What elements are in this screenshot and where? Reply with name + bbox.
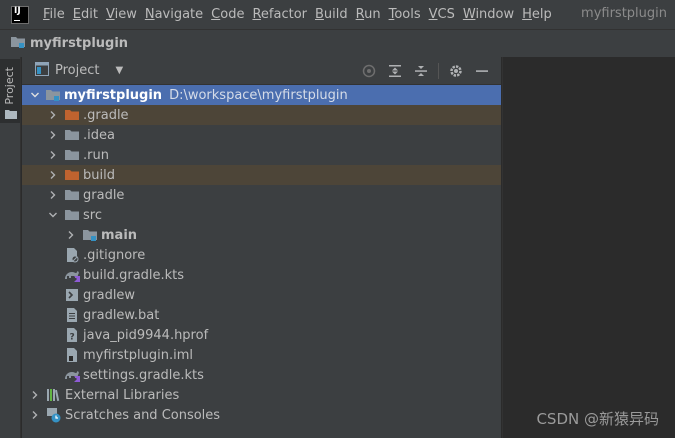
- chevron-right-icon[interactable]: [29, 389, 41, 401]
- ignore-file-icon: [64, 247, 80, 263]
- chevron-right-icon[interactable]: [47, 149, 59, 161]
- tree-item-label: gradlew.bat: [83, 307, 160, 323]
- chevron-right-icon[interactable]: [47, 109, 59, 121]
- tree-item-label: java_pid9944.hprof: [83, 327, 209, 343]
- gear-icon[interactable]: [448, 63, 464, 79]
- gradle-kotlin-icon: [64, 267, 80, 283]
- chevron-right-icon[interactable]: [65, 229, 77, 241]
- tree-item-label: gradlew: [83, 287, 136, 303]
- svg-text:?: ?: [70, 333, 75, 343]
- tree-item-src[interactable]: src: [22, 205, 501, 225]
- tree-item-build[interactable]: build: [22, 165, 501, 185]
- menu-file[interactable]: File: [39, 7, 69, 22]
- menu-tools[interactable]: Tools: [385, 7, 425, 22]
- tree-item-label: External Libraries: [65, 387, 180, 403]
- project-tool-tab-label: Project: [3, 67, 16, 105]
- tree-item-label: .idea: [83, 127, 115, 143]
- watermark: CSDN @新猿异码: [536, 410, 659, 428]
- chevron-right-icon[interactable]: [47, 129, 59, 141]
- tree-item-path: D:\workspace\myfirstplugin: [169, 87, 348, 103]
- menu-navigate[interactable]: Navigate: [141, 7, 207, 22]
- project-view-title[interactable]: Project: [55, 63, 99, 78]
- chevron-right-icon[interactable]: [47, 189, 59, 201]
- project-panel: Project ▼ myfirstplugin D:\workspace\myf…: [22, 57, 501, 438]
- tree-item-label: settings.gradle.kts: [83, 367, 204, 383]
- expand-all-icon[interactable]: [387, 63, 403, 79]
- excluded-folder-icon: [64, 107, 80, 123]
- editor-area[interactable]: [502, 57, 675, 438]
- toolbar-divider: [438, 62, 439, 79]
- module-folder-icon: [82, 227, 98, 243]
- folder-icon: [64, 187, 80, 203]
- chevron-down-icon[interactable]: [47, 209, 59, 221]
- intellij-logo-icon: [11, 5, 29, 24]
- folder-icon: [64, 127, 80, 143]
- menu-edit[interactable]: Edit: [69, 7, 102, 22]
- tree-item-label: myfirstplugin: [64, 87, 163, 103]
- menu-build[interactable]: Build: [311, 7, 352, 22]
- tree-item-root[interactable]: myfirstplugin D:\workspace\myfirstplugin: [22, 85, 501, 105]
- tree-item-label: Scratches and Consoles: [65, 407, 221, 423]
- menu-view[interactable]: View: [102, 7, 141, 22]
- folder-icon: [5, 108, 17, 124]
- unknown-file-icon: ?: [64, 327, 80, 343]
- tree-item-run[interactable]: .run: [22, 145, 501, 165]
- chevron-right-icon[interactable]: [29, 409, 41, 421]
- tree-item-gradle[interactable]: gradle: [22, 185, 501, 205]
- window-project-title: myfirstplugin: [581, 6, 667, 21]
- tree-item-iml[interactable]: myfirstplugin.iml: [22, 345, 501, 365]
- tree-item-label: main: [101, 227, 138, 243]
- tree-item-label: .run: [83, 147, 109, 163]
- tree-item-external-libraries[interactable]: External Libraries: [22, 385, 501, 405]
- scratches-icon: [46, 407, 62, 423]
- project-view-icon: [35, 61, 49, 80]
- tree-item-main[interactable]: main: [22, 225, 501, 245]
- breadcrumb: myfirstplugin: [0, 29, 675, 57]
- tree-item-label: .gradle: [83, 107, 129, 123]
- tree-item-scratches[interactable]: Scratches and Consoles: [22, 405, 501, 425]
- module-file-icon: [64, 347, 80, 363]
- menu-help[interactable]: Help: [518, 7, 556, 22]
- tree-item-gradlew[interactable]: gradlew: [22, 285, 501, 305]
- project-tree: myfirstplugin D:\workspace\myfirstplugin…: [22, 85, 501, 425]
- tree-item-hprof[interactable]: ? java_pid9944.hprof: [22, 325, 501, 345]
- menu-bar: File Edit View Navigate Code Refactor Bu…: [0, 0, 675, 29]
- folder-icon: [64, 207, 80, 223]
- module-folder-icon: [45, 87, 61, 103]
- tree-item-settings-gradle-kts[interactable]: settings.gradle.kts: [22, 365, 501, 385]
- chevron-down-icon[interactable]: [29, 89, 41, 101]
- tree-item-label: myfirstplugin.iml: [83, 347, 193, 363]
- project-folder-icon: [10, 34, 26, 54]
- tree-item-label: build: [83, 167, 115, 183]
- menu-window[interactable]: Window: [459, 7, 518, 22]
- menu-refactor[interactable]: Refactor: [248, 7, 311, 22]
- tree-item-label: build.gradle.kts: [83, 267, 185, 283]
- hide-panel-icon[interactable]: [474, 63, 490, 79]
- locate-file-icon[interactable]: [361, 63, 377, 79]
- text-file-icon: [64, 307, 80, 323]
- menu-code[interactable]: Code: [207, 7, 248, 22]
- chevron-down-icon[interactable]: ▼: [115, 65, 123, 76]
- left-tool-strip: Project: [0, 57, 21, 438]
- breadcrumb-project[interactable]: myfirstplugin: [30, 36, 128, 51]
- tree-item-label: src: [83, 207, 102, 223]
- gradle-kotlin-icon: [64, 367, 80, 383]
- tree-item-gitignore[interactable]: .gitignore: [22, 245, 501, 265]
- collapse-all-icon[interactable]: [413, 63, 429, 79]
- tree-item-build-gradle-kts[interactable]: build.gradle.kts: [22, 265, 501, 285]
- library-icon: [46, 387, 62, 403]
- excluded-folder-icon: [64, 167, 80, 183]
- project-panel-header: Project ▼: [22, 57, 501, 85]
- tree-item-label: .gitignore: [83, 247, 146, 263]
- chevron-right-icon[interactable]: [47, 169, 59, 181]
- folder-icon: [64, 147, 80, 163]
- menu-vcs[interactable]: VCS: [425, 7, 459, 22]
- tree-item-gradlew-bat[interactable]: gradlew.bat: [22, 305, 501, 325]
- tree-item-idea[interactable]: .idea: [22, 125, 501, 145]
- tree-item-gradle-hidden[interactable]: .gradle: [22, 105, 501, 125]
- shell-script-icon: [64, 287, 80, 303]
- tree-item-label: gradle: [83, 187, 125, 203]
- menu-run[interactable]: Run: [352, 7, 385, 22]
